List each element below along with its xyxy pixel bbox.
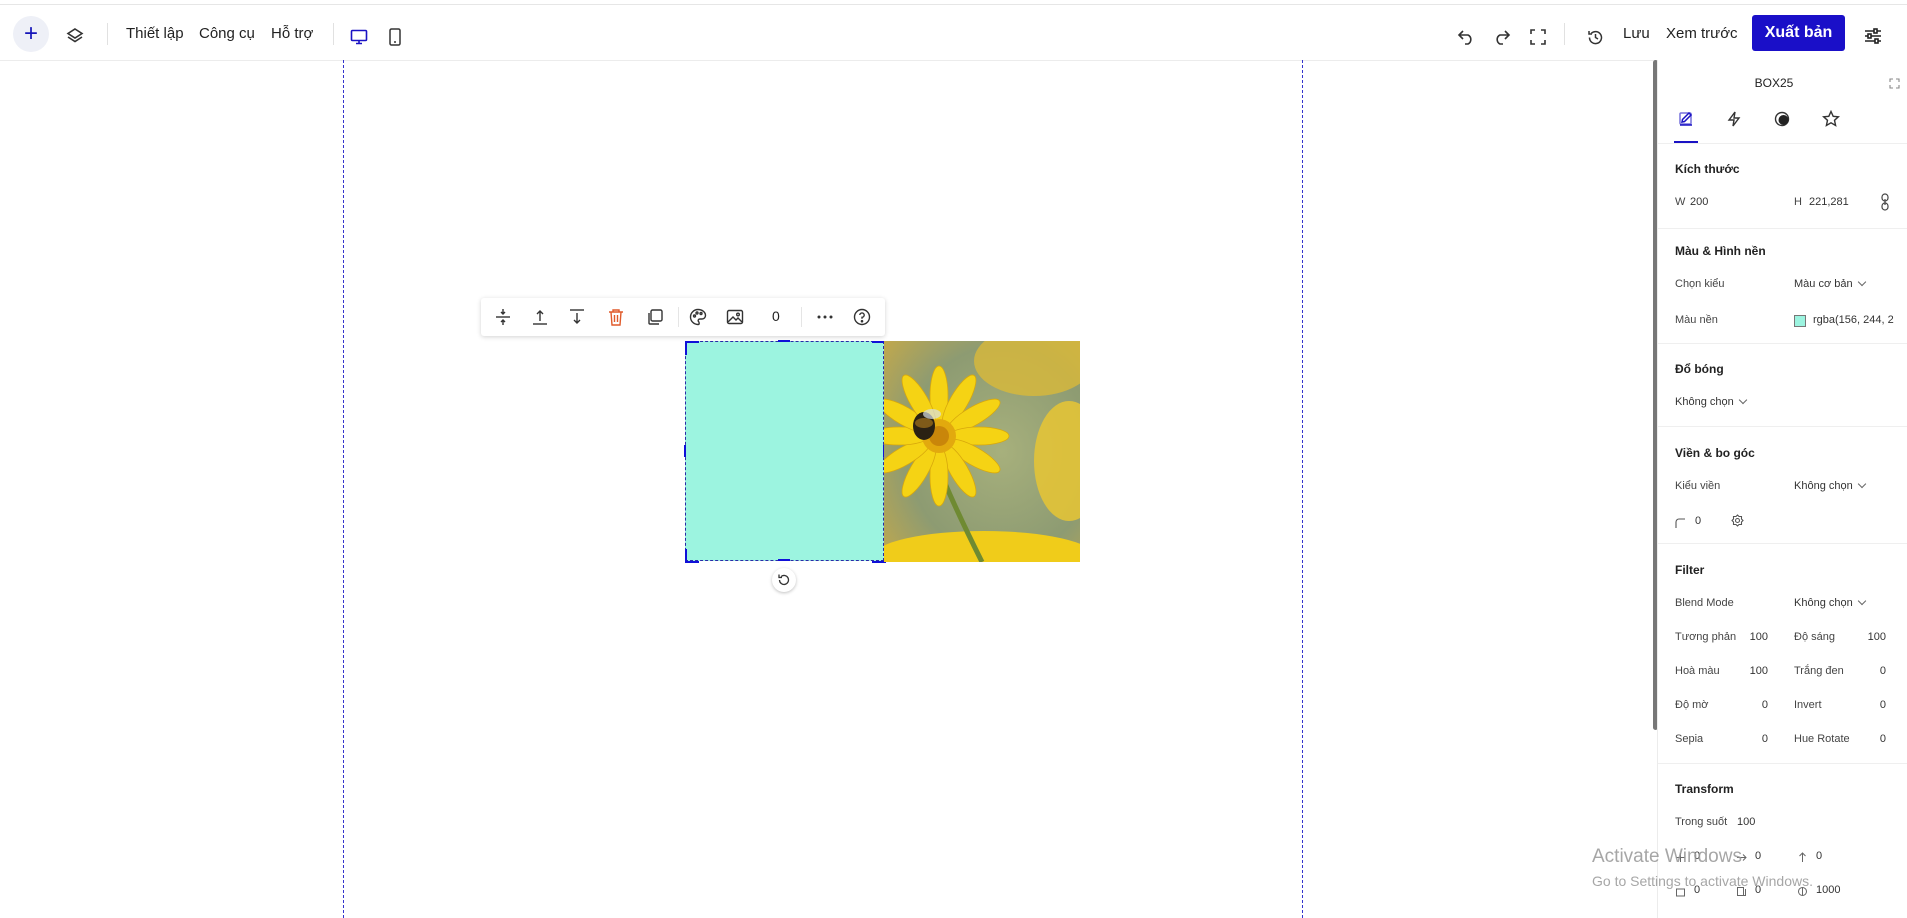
element-toolbar: 0 bbox=[481, 298, 885, 336]
tablet-view-icon[interactable] bbox=[384, 26, 406, 48]
layers-icon[interactable] bbox=[64, 25, 86, 47]
rotate-handle-icon[interactable] bbox=[772, 568, 796, 592]
align-bottom-icon[interactable] bbox=[566, 306, 588, 328]
sepia-input[interactable]: 0 bbox=[1748, 733, 1768, 745]
contrast-label: Tương phản bbox=[1675, 631, 1737, 643]
publish-button[interactable]: Xuất bản bbox=[1752, 15, 1845, 51]
saturate-input[interactable]: 100 bbox=[1748, 665, 1768, 677]
redo-icon[interactable] bbox=[1491, 26, 1513, 48]
delete-icon[interactable] bbox=[605, 306, 627, 328]
expand-panel-icon[interactable] bbox=[1889, 76, 1901, 89]
sepia-label: Sepia bbox=[1675, 733, 1704, 745]
flower-bee-image[interactable] bbox=[884, 341, 1080, 562]
invert-label: Invert bbox=[1794, 699, 1822, 711]
tab-style-icon[interactable] bbox=[1770, 107, 1794, 131]
filter-section-title: Filter bbox=[1675, 563, 1705, 577]
lock-ratio-icon[interactable] bbox=[1880, 193, 1890, 216]
blend-mode-select[interactable]: Không chọn bbox=[1794, 596, 1866, 609]
corner-radius-input[interactable]: 0 bbox=[1695, 515, 1701, 527]
transform-section-title: Transform bbox=[1675, 782, 1734, 796]
rotate-z-icon bbox=[1797, 850, 1808, 868]
color-type-label: Chọn kiểu bbox=[1675, 278, 1725, 290]
history-icon[interactable] bbox=[1584, 26, 1606, 48]
resize-handle-top-left[interactable] bbox=[685, 341, 699, 355]
menu-settings[interactable]: Thiết lập bbox=[126, 25, 184, 42]
invert-input[interactable]: 0 bbox=[1866, 699, 1886, 711]
saturate-label: Hoà màu bbox=[1675, 665, 1720, 677]
help-icon[interactable] bbox=[851, 306, 873, 328]
fullscreen-icon[interactable] bbox=[1527, 26, 1549, 48]
save-button[interactable]: Lưu bbox=[1623, 25, 1650, 42]
windows-activation-hint: Go to Settings to activate Windows. bbox=[1592, 873, 1813, 889]
resize-handle-bottom[interactable] bbox=[778, 559, 790, 561]
canvas-right-guide bbox=[1302, 60, 1303, 918]
settings-sliders-icon[interactable] bbox=[1862, 25, 1884, 47]
selected-box-element[interactable] bbox=[685, 341, 884, 561]
hue-rotate-label: Hue Rotate bbox=[1794, 733, 1850, 745]
preview-button[interactable]: Xem trước bbox=[1666, 25, 1738, 42]
perspective-input[interactable]: 1000 bbox=[1816, 884, 1840, 896]
border-section-title: Viền & bo góc bbox=[1675, 446, 1755, 460]
shadow-select[interactable]: Không chọn bbox=[1675, 395, 1747, 408]
tab-edit-icon[interactable] bbox=[1674, 107, 1698, 131]
bg-color-label: Màu nền bbox=[1675, 314, 1718, 326]
blur-input[interactable]: 0 bbox=[1748, 699, 1768, 711]
desktop-view-icon[interactable] bbox=[348, 26, 370, 48]
menu-tools[interactable]: Công cụ bbox=[199, 25, 255, 42]
align-middle-icon[interactable] bbox=[492, 306, 514, 328]
border-type-select[interactable]: Không chọn bbox=[1794, 479, 1866, 492]
resize-handle-left[interactable] bbox=[684, 445, 686, 457]
border-type-label: Kiểu viền bbox=[1675, 480, 1721, 492]
opacity-value[interactable]: 0 bbox=[772, 308, 780, 324]
background-section-title: Màu & Hình nền bbox=[1675, 244, 1766, 258]
height-label: H bbox=[1794, 196, 1802, 208]
panel-title: BOX25 bbox=[1754, 76, 1794, 90]
rotate-z-input[interactable]: 0 bbox=[1816, 850, 1822, 862]
tab-favorite-icon[interactable] bbox=[1819, 107, 1843, 131]
windows-activation-watermark: Activate Windows bbox=[1592, 846, 1742, 867]
top-toolbar: + Thiết lập Công cụ Hỗ trợ Lưu Xem trước… bbox=[0, 4, 1907, 61]
resize-handle-bottom-left[interactable] bbox=[685, 549, 699, 563]
brightness-input[interactable]: 100 bbox=[1866, 631, 1886, 643]
shadow-section-title: Đổ bóng bbox=[1675, 362, 1724, 376]
width-input[interactable]: 200 bbox=[1690, 196, 1708, 208]
height-input[interactable]: 221,281 bbox=[1809, 196, 1849, 208]
bg-color-value[interactable]: rgba(156, 244, 2 bbox=[1813, 314, 1894, 326]
blend-mode-label: Blend Mode bbox=[1675, 597, 1734, 609]
canvas-left-guide bbox=[343, 60, 344, 918]
transform-opacity-input[interactable]: 100 bbox=[1737, 816, 1755, 828]
blur-label: Độ mờ bbox=[1675, 699, 1709, 711]
more-options-icon[interactable] bbox=[814, 306, 836, 328]
resize-handle-top[interactable] bbox=[778, 340, 790, 342]
undo-icon[interactable] bbox=[1455, 26, 1477, 48]
tab-animation-icon[interactable] bbox=[1722, 107, 1746, 131]
opacity-label: Trong suốt bbox=[1675, 816, 1728, 828]
palette-icon[interactable] bbox=[687, 306, 709, 328]
bg-color-swatch[interactable] bbox=[1794, 315, 1806, 327]
menu-help[interactable]: Hỗ trợ bbox=[271, 25, 313, 42]
contrast-input[interactable]: 100 bbox=[1748, 631, 1768, 643]
width-label: W bbox=[1675, 196, 1686, 208]
grayscale-label: Trắng đen bbox=[1794, 665, 1844, 677]
add-element-button[interactable]: + bbox=[13, 16, 49, 52]
align-top-icon[interactable] bbox=[529, 306, 551, 328]
properties-panel: BOX25 Kích thước W 200 H 221,281 Màu & H… bbox=[1657, 60, 1907, 918]
color-type-select[interactable]: Màu cơ bản bbox=[1794, 277, 1866, 290]
size-section-title: Kích thước bbox=[1675, 162, 1740, 176]
corner-settings-icon[interactable] bbox=[1731, 514, 1744, 532]
corner-radius-icon bbox=[1675, 515, 1685, 533]
duplicate-icon[interactable] bbox=[644, 306, 666, 328]
brightness-label: Độ sáng bbox=[1794, 631, 1835, 643]
grayscale-input[interactable]: 0 bbox=[1866, 665, 1886, 677]
hue-rotate-input[interactable]: 0 bbox=[1866, 733, 1886, 745]
rotate-y-input[interactable]: 0 bbox=[1755, 850, 1761, 862]
image-icon[interactable] bbox=[724, 306, 746, 328]
